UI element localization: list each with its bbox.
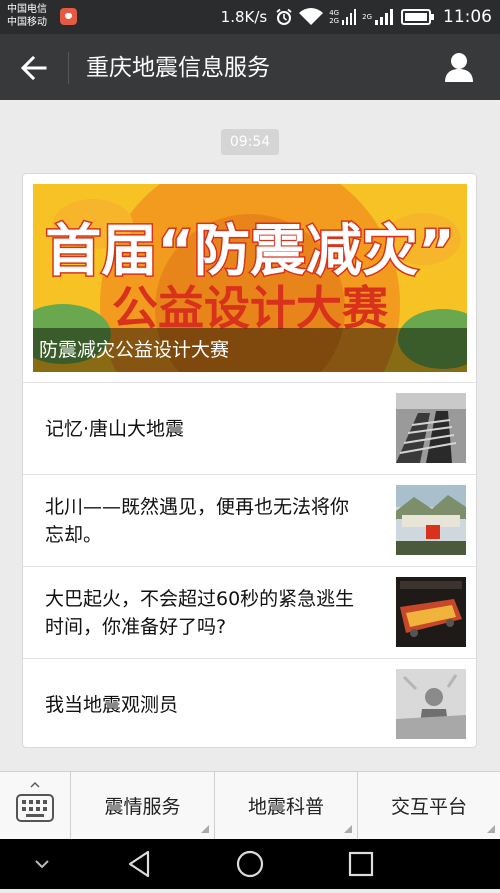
clock: 11:06 bbox=[443, 7, 492, 27]
nav-recents-button[interactable] bbox=[331, 839, 391, 889]
back-button[interactable] bbox=[18, 52, 50, 84]
featured-article-banner[interactable]: 首届“防震减灾” 公益设计大赛 防震减灾公益设计大赛 bbox=[33, 184, 467, 372]
submenu-indicator-icon bbox=[344, 825, 352, 833]
article-thumbnail bbox=[396, 393, 466, 463]
menu-button-interaction-platform[interactable]: 交互平台 bbox=[357, 772, 500, 839]
back-triangle-icon bbox=[128, 850, 150, 878]
recents-square-icon bbox=[348, 851, 374, 877]
person-icon bbox=[445, 53, 473, 82]
article-title: 北川——既然遇见，便再也无法将你忘却。 bbox=[45, 495, 350, 546]
keyboard-icon bbox=[16, 782, 54, 822]
menu-button-quake-science[interactable]: 地震科普 bbox=[214, 772, 357, 839]
title-divider bbox=[68, 52, 69, 84]
article-list-item[interactable]: 记忆·唐山大地震 bbox=[23, 382, 476, 474]
article-list-item[interactable]: 大巴起火，不会超过60秒的紧急逃生时间，你准备好了吗? bbox=[23, 566, 476, 658]
article-thumbnail bbox=[396, 485, 466, 555]
nav-back-button[interactable] bbox=[110, 839, 170, 889]
wifi-icon bbox=[299, 8, 324, 26]
carrier-info: 中国电信 中国移动 bbox=[7, 3, 47, 29]
alarm-icon bbox=[275, 8, 293, 26]
title-bar: 重庆地震信息服务 bbox=[0, 34, 500, 100]
carrier-2: 中国移动 bbox=[7, 17, 47, 28]
status-bar: 中国电信 中国移动 1.8K/s 4G 2G 2G 11:06 bbox=[0, 0, 500, 34]
signal-icon bbox=[342, 9, 357, 25]
message-time-badge: 09:54 bbox=[221, 129, 279, 155]
profile-button[interactable] bbox=[442, 50, 476, 84]
article-thumbnail bbox=[396, 577, 466, 647]
nav-home-button[interactable] bbox=[220, 839, 280, 889]
carrier-1: 中国电信 bbox=[7, 4, 47, 15]
article-list-item[interactable]: 我当地震观测员 bbox=[23, 658, 476, 750]
submenu-indicator-icon bbox=[201, 825, 209, 833]
submenu-indicator-icon bbox=[487, 825, 495, 833]
article-title: 大巴起火，不会超过60秒的紧急逃生时间，你准备好了吗? bbox=[45, 587, 355, 638]
article-title: 记忆·唐山大地震 bbox=[45, 417, 185, 440]
nav-hide-button[interactable] bbox=[12, 839, 72, 889]
article-thumbnail bbox=[396, 669, 466, 739]
keyboard-toggle-button[interactable] bbox=[0, 772, 70, 839]
home-circle-icon bbox=[236, 850, 264, 878]
article-title: 我当地震观测员 bbox=[45, 693, 179, 716]
banner-headline-1: 首届“防震减灾” bbox=[45, 219, 455, 284]
network-type-2: 2G bbox=[362, 13, 372, 21]
menu-label: 地震科普 bbox=[247, 796, 324, 818]
menu-button-quake-service[interactable]: 震情服务 bbox=[70, 772, 214, 839]
notification-app-icon bbox=[60, 8, 77, 25]
chevron-down-icon bbox=[35, 860, 49, 869]
back-arrow-icon bbox=[20, 55, 47, 81]
menu-label: 震情服务 bbox=[104, 796, 181, 818]
menu-label: 交互平台 bbox=[390, 796, 467, 818]
signal-icon-2 bbox=[375, 9, 395, 25]
net-speed: 1.8K/s bbox=[220, 8, 268, 26]
banner-caption: 防震减灾公益设计大赛 bbox=[33, 328, 467, 372]
news-card: 首届“防震减灾” 公益设计大赛 防震减灾公益设计大赛 记忆·唐山大地震 北川——… bbox=[22, 173, 477, 748]
banner-headline-2: 公益设计大赛 bbox=[112, 281, 389, 335]
page-title: 重庆地震信息服务 bbox=[86, 55, 270, 81]
battery-icon bbox=[401, 9, 435, 25]
system-nav-bar bbox=[0, 839, 500, 889]
network-type: 4G 2G bbox=[329, 9, 340, 25]
article-list-item[interactable]: 北川——既然遇见，便再也无法将你忘却。 bbox=[23, 474, 476, 566]
bottom-menu: 震情服务 地震科普 交互平台 bbox=[0, 771, 500, 839]
